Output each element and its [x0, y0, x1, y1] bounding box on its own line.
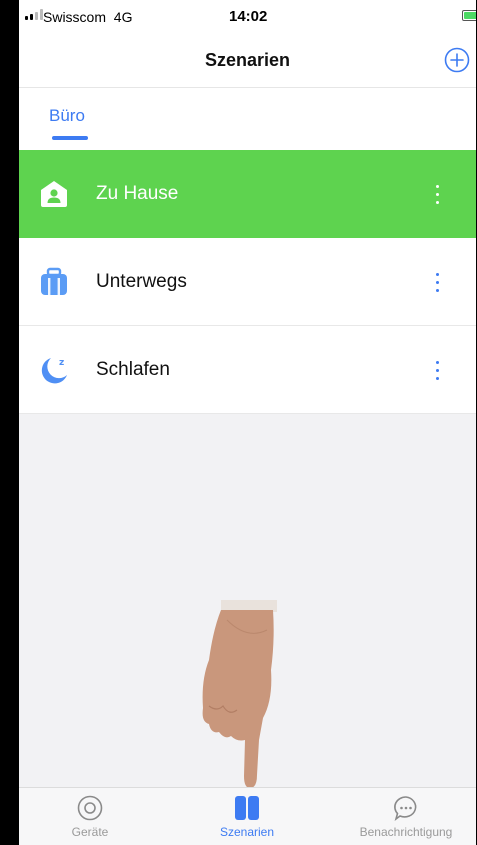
scene-row-unterwegs[interactable]: Unterwegs	[19, 238, 476, 326]
page-title: Szenarien	[204, 50, 291, 70]
bottom-tab-label: Benachrichtigung	[359, 825, 453, 839]
carrier-name: Swisscom	[43, 9, 107, 25]
room-tabs: Büro	[19, 88, 476, 150]
scene-more-button[interactable]	[428, 264, 446, 300]
scene-label: Zu Hause	[96, 183, 179, 204]
scenes-icon	[235, 796, 259, 820]
moon-sleep-icon: z	[41, 358, 67, 384]
scene-label: Schlafen	[96, 359, 170, 380]
tab-active-indicator	[52, 136, 88, 140]
more-dot-icon	[435, 184, 439, 188]
bottom-tab-label: Geräte	[71, 825, 109, 839]
device-circle-icon	[77, 795, 103, 821]
bottom-tab-label: Szenarien	[219, 825, 275, 839]
pointing-hand-icon	[202, 600, 277, 788]
bottom-tab-szenarien[interactable]: Szenarien	[177, 794, 317, 839]
chat-bubble-icon	[394, 796, 417, 822]
suitcase-icon	[41, 267, 67, 295]
scene-more-button[interactable]	[428, 352, 446, 388]
more-dot-icon	[435, 360, 439, 364]
bottom-tab-benachrichtigung[interactable]: Benachrichtigung	[336, 794, 476, 839]
scene-more-button[interactable]	[428, 176, 446, 212]
battery-icon	[462, 10, 476, 21]
more-dot-icon	[435, 288, 439, 292]
home-person-icon	[41, 181, 67, 207]
scene-row-zu-hause[interactable]: Zu Hause	[19, 150, 476, 238]
scene-row-schlafen[interactable]: z Schlafen	[19, 326, 476, 414]
signal-strength-icon	[25, 9, 43, 20]
more-dot-icon	[435, 376, 439, 380]
status-bar: Swisscom 4G 14:02	[19, 0, 476, 34]
plus-circle-icon	[444, 47, 470, 73]
status-time: 14:02	[229, 8, 268, 25]
more-dot-icon	[435, 368, 439, 372]
network-type: 4G	[113, 9, 133, 25]
navigation-bar: Szenarien	[19, 34, 476, 88]
bottom-tab-geraete[interactable]: Geräte	[20, 794, 160, 839]
more-dot-icon	[435, 192, 439, 196]
scene-label: Unterwegs	[96, 271, 187, 292]
tab-buero[interactable]: Büro	[49, 106, 85, 126]
more-dot-icon	[435, 280, 439, 284]
add-scene-button[interactable]	[444, 47, 470, 73]
bottom-tab-bar: Geräte Szenarien Benachrichtigung	[19, 787, 476, 845]
more-dot-icon	[435, 200, 439, 204]
app-screen: Swisscom 4G 14:02 Szenarien Büro Zu Haus…	[19, 0, 476, 845]
svg-text:z: z	[59, 358, 64, 368]
more-dot-icon	[435, 272, 439, 276]
